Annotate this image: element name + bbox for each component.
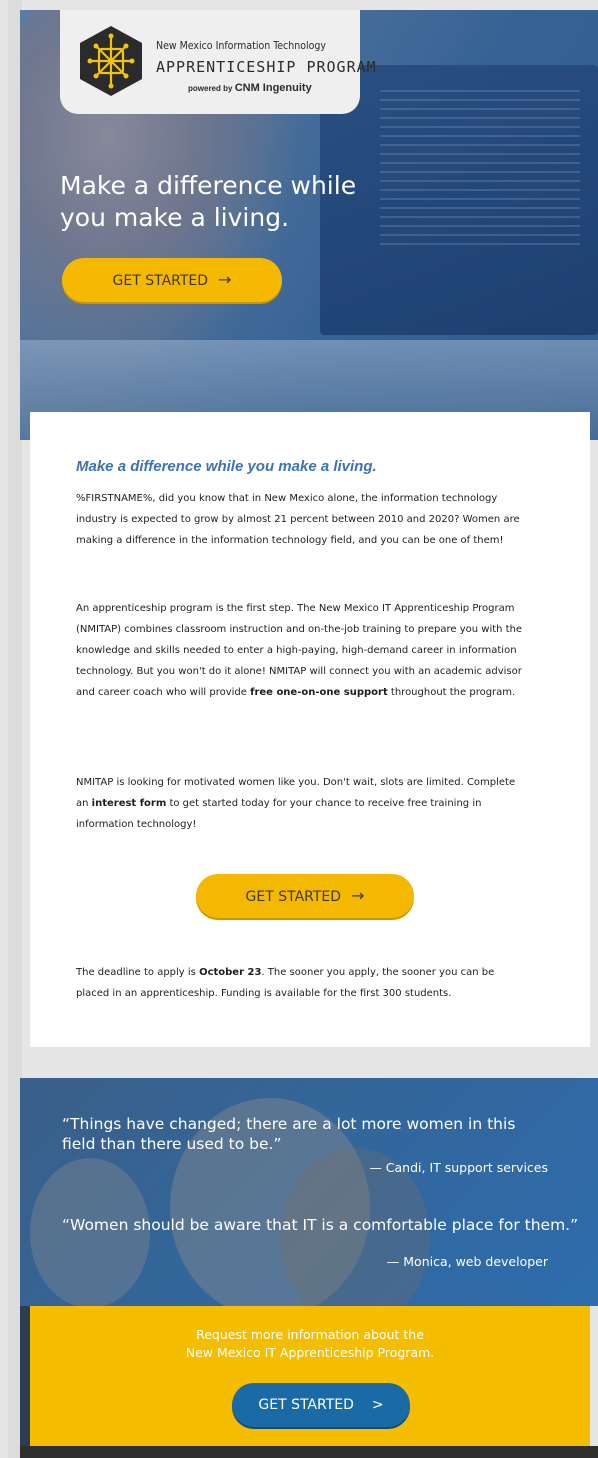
intro-paragraph-1: %FIRSTNAME%, did you know that in New Me…	[76, 493, 520, 546]
p2-bold-support: free one-on-one support	[250, 687, 388, 698]
interest-form-link[interactable]: interest form	[92, 798, 167, 809]
p2-text-start: An apprenticeship program is the first s…	[76, 603, 523, 698]
logo-hex-icon	[80, 26, 142, 96]
hero-button-label: GET STARTED	[112, 273, 209, 289]
chevron-right-icon: >	[371, 1397, 384, 1413]
logo-program-name: APPRENTICESHIP PROGRAM	[156, 58, 377, 76]
logo-powered-prefix: powered by	[188, 84, 233, 93]
mid-button-label: GET STARTED	[245, 889, 342, 905]
logo-powered-by: powered by CNM Ingenuity	[188, 82, 312, 94]
intro-paragraph-3: NMITAP is looking for motivated women li…	[76, 772, 526, 835]
footer-cta-line2: New Mexico IT Apprenticeship Program.	[185, 1345, 435, 1360]
p4-text-start: The deadline to apply is	[76, 967, 200, 978]
footer-get-started-button[interactable]: GET STARTED >	[232, 1383, 410, 1427]
logo-brand: CNM Ingenuity	[234, 82, 312, 94]
footer-bottom-bar	[20, 1446, 598, 1458]
footer-cta-line1: Request more information about the	[196, 1327, 424, 1342]
intro-headline: Make a difference while you make a livin…	[76, 458, 377, 475]
deadline-date: October 23	[199, 967, 262, 978]
testimonials-banner	[20, 1078, 598, 1306]
deadline-paragraph: The deadline to apply is October 23. The…	[76, 962, 526, 1004]
testimonial-quote-1: “Things have changed; there are a lot mo…	[62, 1115, 516, 1153]
hero-title: Make a difference while you make a livin…	[60, 171, 357, 232]
footer-edge	[20, 1306, 30, 1446]
p2-text-end: throughout the program.	[387, 687, 516, 698]
footer-button-label: GET STARTED	[258, 1397, 354, 1413]
mid-get-started-button[interactable]: GET STARTED →	[196, 874, 414, 918]
arrow-right-icon: →	[351, 886, 365, 905]
hero-get-started-button[interactable]: GET STARTED →	[62, 258, 282, 302]
testimonial-author-2: — Monica, web developer	[386, 1254, 548, 1269]
testimonial-quote-2: “Women should be aware that IT is a comf…	[62, 1216, 579, 1234]
testimonial-author-1: — Candi, IT support services	[369, 1160, 548, 1175]
arrow-right-icon: →	[218, 270, 232, 289]
intro-paragraph-2: An apprenticeship program is the first s…	[76, 598, 526, 703]
footer-cta-text: Request more information about the New M…	[120, 1326, 500, 1362]
logo-org-name: New Mexico Information Technology	[156, 40, 326, 52]
